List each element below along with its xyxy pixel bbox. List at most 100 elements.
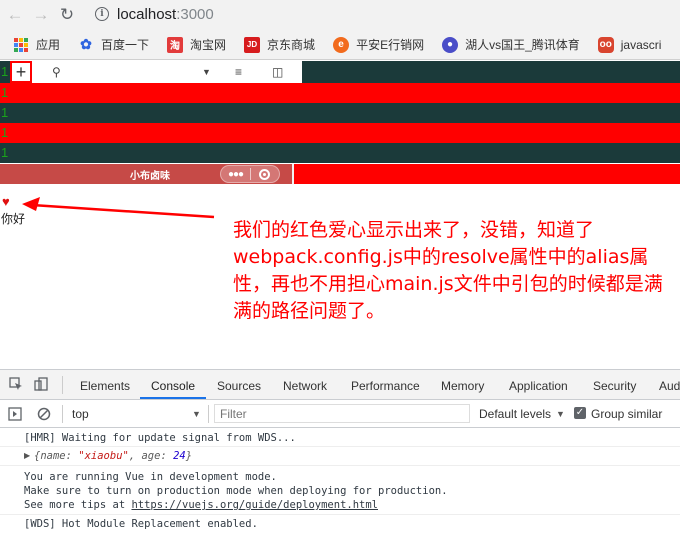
object-number-value: 24 [173, 450, 186, 462]
bookmark-apps[interactable]: 应用 [14, 36, 60, 53]
reload-button[interactable]: ↻ [56, 4, 78, 26]
filter-divider [208, 405, 209, 423]
forward-button[interactable]: → [30, 4, 52, 26]
log-levels-dropdown[interactable]: Default levels [479, 407, 551, 421]
split-panel-icon[interactable]: ◫ [272, 65, 283, 79]
inspect-element-icon[interactable] [9, 377, 23, 391]
object-text: , age: [128, 450, 174, 462]
expand-arrow-icon[interactable]: ▶ [24, 451, 30, 460]
url-host: localhost [117, 5, 177, 23]
miniprogram-title: 小布卤味 [130, 171, 170, 182]
more-icon[interactable]: ●●● [221, 169, 250, 180]
annotation-text: 我们的红色爱心显示出来了，没错，知道了webpack.config.js中的re… [233, 219, 663, 322]
active-tab-indicator [140, 397, 206, 399]
apps-grid-icon [14, 37, 28, 52]
clear-console-icon[interactable] [37, 407, 51, 421]
console-message-vue: See more tips at https://vuejs.org/guide… [24, 499, 378, 511]
group-similar-checkbox[interactable]: ✓ [574, 407, 586, 419]
tab-memory[interactable]: Memory [441, 379, 484, 393]
dark-stripe: 1 [0, 103, 680, 123]
bookmark-label: 百度一下 [101, 38, 150, 52]
tencent-sports-icon: ● [442, 36, 459, 53]
bookmark-label: 湖人vs国王_腾讯体育 [465, 38, 580, 52]
console-divider [0, 446, 680, 447]
tab-network[interactable]: Network [283, 379, 327, 393]
bookmark-javascript[interactable]: oo javascri [597, 36, 662, 53]
console-filter-bar: top ▼ Default levels ▼ ✓ Group similar [0, 400, 680, 428]
bookmark-tencent-sports[interactable]: ● 湖人vs国王_腾讯体育 [442, 36, 580, 53]
pingan-icon: e [333, 36, 350, 53]
bookmark-label: javascri [620, 37, 662, 52]
bookmarks-bar: 应用 ✿ 百度一下 淘 淘宝网 JD 京东商城 e 平安E行销网 ● 湖人vs国… [0, 30, 680, 60]
address-bar[interactable]: i localhost:3000 [95, 2, 680, 26]
dark-stripe: 1 [0, 143, 680, 163]
owl-icon: oo [597, 36, 614, 53]
levels-dropdown-icon: ▼ [556, 409, 565, 419]
device-toolbar-icon[interactable] [34, 377, 48, 391]
sort-icon[interactable]: ≡ [235, 65, 242, 79]
red-stripe: 1 [0, 83, 680, 103]
group-similar-label: Group similar [591, 407, 663, 421]
tab-application[interactable]: Application [509, 379, 568, 393]
console-object-log[interactable]: {name: "xiaobu", age: 24} [34, 450, 192, 462]
bookmark-label: 应用 [36, 38, 61, 52]
browser-toolbar: ← → ↻ i localhost:3000 [0, 0, 680, 30]
tab-elements[interactable]: Elements [80, 379, 130, 393]
red-stripe [292, 164, 680, 184]
console-message-vue: You are running Vue in development mode. [24, 471, 277, 483]
heart-icon: ♥ [2, 194, 10, 209]
taobao-icon: 淘 [167, 36, 184, 53]
bookmark-label: 平安E行销网 [356, 38, 425, 52]
miniprogram-navbar: 小布卤味 ●●● [0, 164, 292, 184]
vue-deployment-link[interactable]: https://vuejs.org/guide/deployment.html [131, 499, 378, 511]
tab-divider [62, 376, 63, 394]
line-number: 1 [1, 145, 9, 160]
info-icon[interactable]: i [95, 7, 109, 21]
console-filter-input[interactable] [214, 404, 470, 423]
bookmark-label: 淘宝网 [190, 38, 227, 52]
tab-performance[interactable]: Performance [351, 379, 420, 393]
jd-icon: JD [244, 36, 261, 53]
line-number: 1 [1, 125, 9, 140]
page-content: 1 + ⚲ ▼ ≡ ◫ 1 1 1 1 小布卤味 ●●● ♥ 你好 我们的红色爱… [0, 61, 680, 369]
line-number: 1 [1, 64, 9, 79]
line-number: 1 [1, 105, 9, 120]
context-selector[interactable]: top [72, 407, 89, 421]
url-port: :3000 [176, 5, 214, 23]
console-message-wds: [WDS] Hot Module Replacement enabled. [24, 518, 258, 530]
sidebar-toggle-icon[interactable] [8, 407, 22, 421]
search-icon[interactable]: ⚲ [52, 65, 61, 79]
context-dropdown-icon[interactable]: ▼ [192, 409, 201, 419]
annotation-arrow [22, 197, 215, 219]
add-icon[interactable]: + [10, 61, 32, 83]
filter-divider [62, 405, 63, 423]
baidu-paw-icon: ✿ [80, 36, 92, 52]
tab-sources[interactable]: Sources [217, 379, 261, 393]
bookmark-taobao[interactable]: 淘 淘宝网 [167, 36, 226, 53]
bookmark-label: 京东商城 [267, 38, 316, 52]
console-message-hmr: [HMR] Waiting for update signal from WDS… [24, 432, 296, 444]
tab-security[interactable]: Security [593, 379, 636, 393]
bookmark-pingan[interactable]: e 平安E行销网 [333, 36, 424, 53]
red-stripe: 1 [0, 123, 680, 143]
devtools-tabbar: Elements Console Sources Network Perform… [0, 370, 680, 400]
object-text: {name: [34, 450, 79, 462]
close-target-icon[interactable] [251, 168, 279, 180]
object-text: } [185, 450, 193, 462]
simulator-toolbar: + ⚲ ▼ ≡ ◫ [10, 61, 302, 83]
console-divider [0, 465, 680, 466]
line-number: 1 [1, 85, 9, 100]
bookmark-jd[interactable]: JD 京东商城 [244, 36, 315, 53]
tab-console[interactable]: Console [151, 379, 195, 393]
console-divider [0, 514, 680, 515]
console-text: See more tips at [24, 499, 132, 511]
back-button[interactable]: ← [4, 4, 26, 26]
dropdown-icon[interactable]: ▼ [202, 67, 211, 77]
object-string-value: "xiaobu" [78, 450, 129, 462]
capsule-button[interactable]: ●●● [220, 165, 280, 183]
tab-audits[interactable]: Aud [659, 379, 680, 393]
devtools-panel: Elements Console Sources Network Perform… [0, 369, 680, 539]
console-message-vue: Make sure to turn on production mode whe… [24, 485, 448, 497]
bookmark-baidu[interactable]: ✿ 百度一下 [78, 36, 149, 53]
simulator-toolbar-row: 1 + ⚲ ▼ ≡ ◫ [0, 61, 680, 83]
